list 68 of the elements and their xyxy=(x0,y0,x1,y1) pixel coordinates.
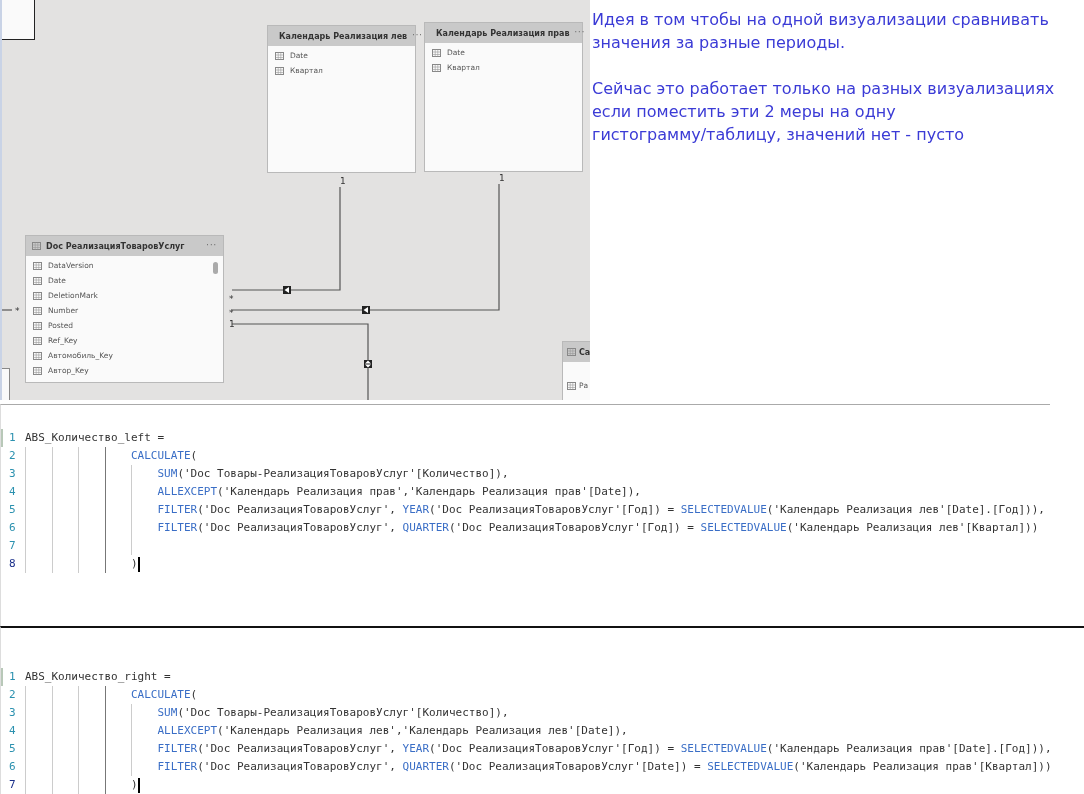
table-icon xyxy=(33,321,42,330)
table-icon xyxy=(33,276,42,285)
table-icon xyxy=(33,351,42,360)
line-number: 3 xyxy=(8,466,17,482)
table-icon xyxy=(275,51,284,60)
code-line: ALLEXCEPT('Календарь Реализация прав','Календарь Реализация прав'[Date]), xyxy=(157,484,641,500)
cardinality-label: 1 xyxy=(499,173,505,183)
line-number: 7 xyxy=(8,777,17,793)
line-number: 4 xyxy=(8,723,17,739)
table-icon xyxy=(33,306,42,315)
line-number: 2 xyxy=(8,448,17,464)
line-number: 5 xyxy=(8,741,17,757)
code-line: SUM('Doc Товары-РеализацияТоваровУслуг'[Количество]), xyxy=(157,466,509,482)
code-line: ALLEXCEPT('Календарь Реализация лев','Календарь Реализация лев'[Date]), xyxy=(157,723,628,739)
table-card[interactable] xyxy=(2,0,35,40)
note-text: Идея в том чтобы на одной визуализации сравнивать значения за разные периоды. xyxy=(592,9,1050,54)
relationship-line[interactable] xyxy=(231,186,341,294)
code-line: ) xyxy=(131,556,138,572)
code-line: ABS_Количество_left = xyxy=(25,430,165,446)
table-icon xyxy=(275,66,284,75)
table-icon xyxy=(567,348,576,356)
line-number: 6 xyxy=(8,759,17,775)
code-editor[interactable] xyxy=(0,626,1084,794)
table-icon xyxy=(33,291,42,300)
line-number: 4 xyxy=(8,484,17,500)
code-line: ) xyxy=(131,777,138,793)
cardinality-label: * xyxy=(229,308,234,318)
code-line: FILTER('Doc РеализацияТоваровУслуг', QUARTER('Doc РеализацияТоваровУслуг'[Год]) = SELECTEDVALUE('Календарь Реализация лев'[Квартал])) xyxy=(157,520,1039,536)
table-title: Doc РеализацияТоваровУслуг xyxy=(46,241,186,251)
note-text: Сейчас это работает только на разных визуализациях если поместить эти 2 меры на одну гистограмму/таблицу, значений нет - пусто xyxy=(592,78,1056,146)
table-title: Ca xyxy=(579,347,590,357)
table-icon xyxy=(432,63,441,72)
line-number: 1 xyxy=(1,668,25,686)
table-icon xyxy=(33,336,42,345)
table-icon xyxy=(33,366,42,375)
line-number: 3 xyxy=(8,705,17,721)
code-line: CALCULATE( xyxy=(131,687,198,703)
line-number: 1 xyxy=(1,429,25,447)
code-line: FILTER('Doc РеализацияТоваровУслуг', YEAR('Doc РеализацияТоваровУслуг'[Год]) = SELECTEDVALUE('Календарь Реализация прав'[Date].[Год])), xyxy=(157,741,1052,757)
code-editor[interactable] xyxy=(0,404,1050,626)
table-icon xyxy=(432,48,441,57)
more-menu[interactable]: ··· xyxy=(412,33,423,39)
more-menu[interactable]: ··· xyxy=(206,243,217,249)
table-icon xyxy=(567,381,576,390)
line-number: 5 xyxy=(8,502,17,518)
line-number: 7 xyxy=(8,538,17,554)
cardinality-label: 1 xyxy=(229,319,235,329)
code-line: CALCULATE( xyxy=(131,448,198,464)
relationship-line[interactable] xyxy=(231,183,500,314)
table-icon xyxy=(33,261,42,270)
text-cursor xyxy=(137,556,140,572)
cardinality-label: * xyxy=(229,294,234,304)
more-menu[interactable]: ··· xyxy=(574,30,586,36)
relationship-line[interactable] xyxy=(2,309,13,311)
code-line: FILTER('Doc РеализацияТоваровУслуг', QUARTER('Doc РеализацияТоваровУслуг'[Date]) = SELECTEDVALUE('Календарь Реализация прав'[Квартал])) xyxy=(157,759,1052,775)
code-line: FILTER('Doc РеализацияТоваровУслуг', YEAR('Doc РеализацияТоваровУслуг'[Год]) = SELECTEDVALUE('Календарь Реализация лев'[Date].[Год])), xyxy=(157,502,1045,518)
scrollbar[interactable] xyxy=(213,262,218,274)
cardinality-label: * xyxy=(15,306,20,316)
line-number: 6 xyxy=(8,520,17,536)
line-number: 2 xyxy=(8,687,17,703)
table-title: Календарь Реализация прав xyxy=(436,28,570,38)
code-line: ABS_Количество_right = xyxy=(25,669,171,685)
table-title: Календарь Реализация лев xyxy=(279,31,408,41)
code-line: SUM('Doc Товары-РеализацияТоваровУслуг'[Количество]), xyxy=(157,705,509,721)
cardinality-label: 1 xyxy=(340,176,346,186)
table-icon xyxy=(32,242,41,250)
line-number: 8 xyxy=(8,556,17,572)
text-cursor xyxy=(137,777,140,793)
